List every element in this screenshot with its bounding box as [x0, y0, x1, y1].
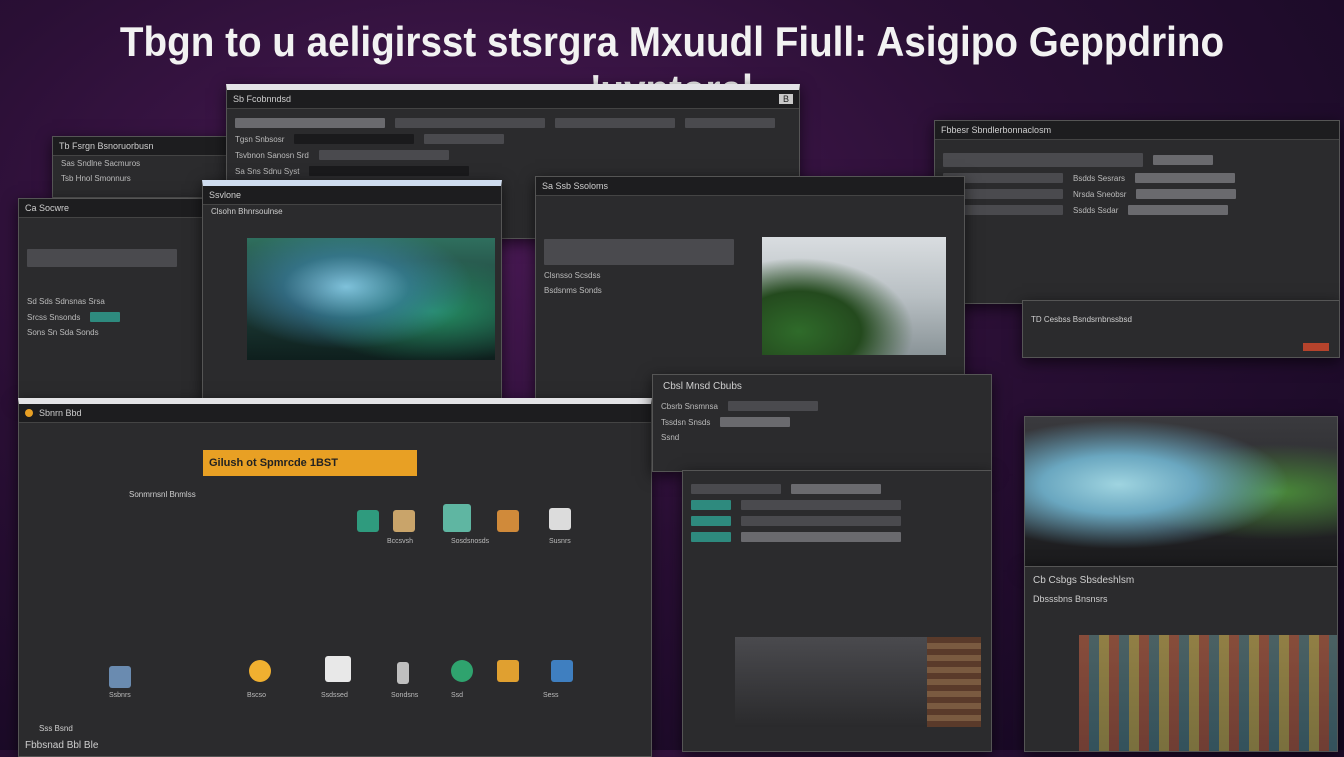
window-right-artwork[interactable] — [1024, 416, 1338, 568]
window-titlebar[interactable]: Sa Ssb Ssoloms — [536, 177, 964, 196]
list-item[interactable] — [683, 513, 991, 529]
list-item[interactable]: Ssdds Ssdar — [935, 202, 1339, 218]
banner-subtitle: Sonmrnsnl Bnmlss — [129, 490, 196, 499]
window-left-mid[interactable]: Ca Socwre Sd Sds Sdnsnas Srsa Srcss Snso… — [18, 198, 210, 400]
list-item[interactable]: Ssnd — [653, 430, 991, 445]
file-label: Sess — [543, 692, 559, 699]
minimize-icon[interactable] — [25, 409, 33, 417]
list-item[interactable]: Sd Sds Sdnsnas Srsa — [19, 294, 209, 309]
file-icon[interactable] — [549, 508, 571, 530]
highlight-banner[interactable]: Gilush ot Spmrcde 1BST — [203, 450, 417, 476]
window-title: Ssvlone — [209, 190, 242, 200]
window-top-right-footer[interactable]: TD Cesbss Bsndsrnbnssbsd — [1022, 300, 1340, 358]
gallery-image[interactable] — [1079, 635, 1337, 751]
list-item[interactable] — [683, 481, 991, 497]
list-item[interactable] — [935, 150, 1339, 170]
window-badge[interactable]: B — [778, 94, 793, 104]
file-icon[interactable] — [451, 660, 473, 682]
window-title: Ca Socwre — [25, 203, 70, 213]
landscape-image[interactable] — [762, 237, 946, 355]
window-image-viewer[interactable]: Ssvlone Clsohn Bhnrsoulnse — [202, 180, 502, 403]
window-title: Tb Fsrgn Bsnoruorbusn — [59, 141, 154, 151]
file-label: Sosdsnosds — [451, 538, 490, 545]
list-item[interactable] — [683, 497, 991, 513]
file-icon[interactable] — [497, 660, 519, 682]
window-title: Sbnrn Bbd — [39, 408, 82, 418]
list-item[interactable]: Tssdsn Snsds — [653, 414, 991, 430]
file-label: Ssd — [451, 692, 464, 699]
footer-text: Fbbsnad Bbl Ble — [25, 740, 99, 751]
window-titlebar[interactable]: Sb Fcobnndsd B — [227, 90, 799, 109]
window-titlebar[interactable]: Ssvlone — [203, 186, 501, 205]
list-item[interactable]: Cbsrb Snsmnsa — [653, 398, 991, 414]
list-item[interactable]: Bsdds Sesrars — [935, 170, 1339, 186]
file-icon[interactable] — [497, 510, 519, 532]
window-center-list[interactable]: Cbsl Mnsd Cbubs Cbsrb Snsmnsa Tssdsn Sns… — [652, 374, 992, 472]
window-top-right[interactable]: Fbbesr Sbndlerbonnaclosm Bsdds Sesrars N… — [934, 120, 1340, 304]
file-icon[interactable] — [393, 510, 415, 532]
window-titlebar[interactable]: Tb Fsrgn Bsnoruorbusn — [53, 137, 233, 156]
window-title: Cbsl Mnsd Cbubs — [663, 381, 742, 392]
window-titlebar[interactable]: Sbnrn Bbd — [19, 404, 651, 423]
window-subtitle: Dbsssbns Bnsnsrs — [1033, 594, 1108, 604]
window-title: Sb Fcobnndsd — [233, 94, 292, 104]
window-title: Cb Csbgs Sbsdeshlsm — [1033, 575, 1135, 586]
list-item[interactable]: Tsvbnon Sanosn Srd — [227, 147, 799, 163]
artwork-image[interactable] — [1025, 417, 1337, 567]
footer-small: Sss Bsnd — [39, 724, 73, 733]
file-icon[interactable] — [357, 510, 379, 532]
file-label: Ssdssed — [321, 692, 348, 699]
window-right-gallery[interactable]: Cb Csbgs Sbsdeshlsm Dbsssbns Bnsnsrs — [1024, 566, 1338, 752]
footer-text: TD Cesbss Bsndsrnbnssbsd — [1031, 315, 1132, 324]
window-subtitle: Clsohn Bhnrsoulnse — [211, 207, 283, 216]
list-item[interactable] — [19, 246, 209, 270]
thumbnail-image[interactable] — [927, 637, 981, 727]
file-icon[interactable] — [325, 656, 351, 682]
file-icon[interactable] — [109, 666, 131, 688]
window-title: Fbbesr Sbndlerbonnaclosm — [941, 125, 1052, 135]
file-label: Bscso — [247, 692, 267, 699]
window-file-browser[interactable]: Sbnrn Bbd Gilush ot Spmrcde 1BST Sonmrns… — [18, 398, 652, 757]
window-center-detail[interactable] — [682, 470, 992, 752]
file-label: Susnrs — [549, 538, 571, 545]
status-indicator — [1303, 343, 1329, 351]
list-item[interactable]: Tgsn Snbsosr — [227, 131, 799, 147]
list-item[interactable]: Nrsda Sneobsr — [935, 186, 1339, 202]
window-center-landscape[interactable]: Sa Ssb Ssoloms Clsnsso Scsdss Bsdsnms So… — [535, 176, 965, 400]
file-icon[interactable] — [249, 660, 271, 682]
file-icon[interactable] — [397, 662, 409, 684]
list-item[interactable]: Sons Sn Sda Sonds — [19, 325, 209, 340]
window-titlebar[interactable]: Fbbesr Sbndlerbonnaclosm — [935, 121, 1339, 140]
list-item[interactable]: Srcss Snsonds — [19, 309, 209, 325]
file-label: Bccsvsh — [387, 538, 414, 545]
file-label: Sondsns — [391, 692, 419, 699]
file-label: Ssbnrs — [109, 692, 131, 699]
list-item[interactable]: Sas Sndlne Sacmuros — [53, 156, 233, 171]
list-item[interactable] — [683, 529, 991, 545]
list-item[interactable] — [227, 115, 799, 131]
file-icon[interactable] — [443, 504, 471, 532]
window-title: Sa Ssb Ssoloms — [542, 181, 609, 191]
window-titlebar[interactable]: Ca Socwre — [19, 199, 209, 218]
file-icon[interactable] — [551, 660, 573, 682]
scene-image[interactable] — [247, 238, 495, 360]
